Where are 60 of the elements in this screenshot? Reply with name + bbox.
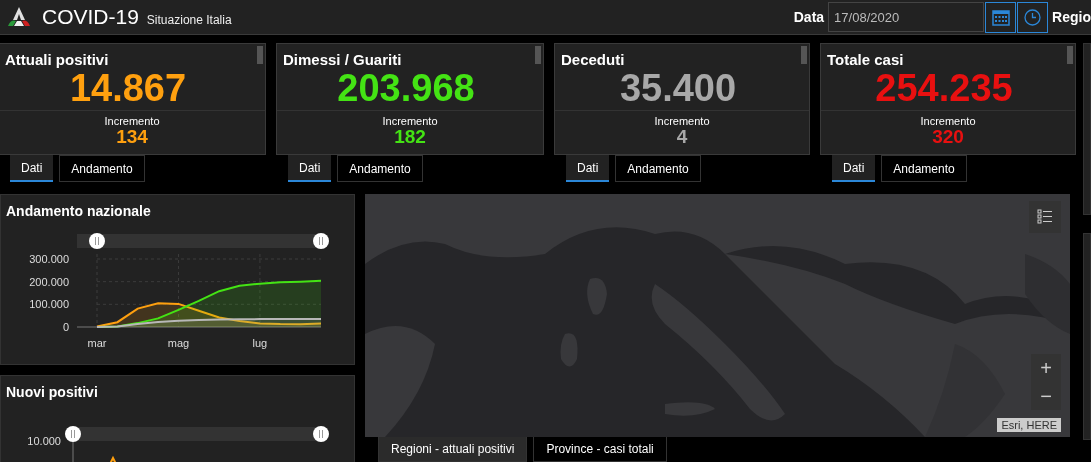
- range-handle[interactable]: [313, 233, 329, 249]
- tab[interactable]: Dati: [832, 155, 876, 182]
- axis-label: mar: [87, 337, 107, 349]
- range-handle[interactable]: [313, 426, 329, 442]
- panel-title: Andamento nazionale: [5, 202, 152, 219]
- calendar-button[interactable]: [985, 1, 1017, 33]
- increment-label: Incremento: [919, 115, 977, 127]
- calendar-icon: [991, 8, 1010, 26]
- tab[interactable]: Andamento: [337, 155, 423, 182]
- axis-label: 200.000: [29, 275, 69, 288]
- axis-label: mag: [167, 337, 190, 349]
- clock-icon: [1024, 8, 1042, 26]
- scrollbar-thumb[interactable]: [257, 46, 263, 64]
- map[interactable]: + − Esri, HERE: [365, 194, 1070, 437]
- tab[interactable]: Dati: [566, 155, 610, 182]
- tab[interactable]: Andamento: [615, 155, 701, 182]
- tab[interactable]: Regioni - attuali positivi: [378, 437, 528, 462]
- axis-label: lug: [252, 337, 268, 349]
- app-title: COVID-19: [42, 5, 139, 29]
- card-title: Deceduti: [560, 50, 625, 68]
- increment-value: 320: [931, 127, 965, 147]
- field-label: Data: [793, 9, 825, 25]
- increment-label: Incremento: [653, 115, 711, 127]
- scrollbar-thumb[interactable]: [535, 46, 541, 64]
- increment-value: 134: [115, 127, 149, 147]
- range-handle[interactable]: [89, 233, 105, 249]
- axis-label: 300.000: [29, 253, 69, 265]
- stat-value: 254.235: [874, 68, 1014, 108]
- y-axis: [72, 439, 74, 462]
- card-title: Dimessi / Guariti: [282, 50, 402, 68]
- series-line: [108, 455, 118, 462]
- card-title: Totale casi: [826, 50, 904, 68]
- map-attribution: Esri, HERE: [997, 418, 1061, 432]
- tab[interactable]: Andamento: [59, 155, 145, 182]
- increment-label: Incremento: [381, 115, 439, 127]
- logo-icon: [7, 6, 31, 28]
- panel-title: Nuovi positivi: [5, 383, 99, 400]
- axis-label: 100.000: [29, 298, 69, 311]
- app-subtitle: Situazione Italia: [146, 13, 232, 27]
- scrollbar-thumb[interactable]: [1067, 46, 1073, 64]
- tab[interactable]: Dati: [288, 155, 332, 182]
- stat-value: 35.400: [618, 68, 738, 108]
- list-icon: [1037, 209, 1053, 225]
- card-title: Attuali positivi: [4, 50, 109, 68]
- tab[interactable]: Province - casi totali: [533, 437, 667, 462]
- range-handle[interactable]: [65, 426, 81, 442]
- increment-value: 4: [675, 127, 689, 147]
- field-label: Regio: [1052, 9, 1091, 25]
- date-field[interactable]: 17/08/2020: [828, 2, 985, 32]
- increment-value: 182: [393, 127, 427, 147]
- tab[interactable]: Andamento: [881, 155, 967, 182]
- stat-value: 14.867: [69, 68, 188, 108]
- axis-label: 10.000: [27, 435, 61, 447]
- scrollbar-thumb[interactable]: [801, 46, 807, 64]
- tab[interactable]: Dati: [10, 155, 54, 182]
- axis-label: 0: [62, 321, 69, 333]
- increment-label: Incremento: [103, 115, 161, 127]
- clock-button[interactable]: [1017, 1, 1049, 33]
- legend-button[interactable]: [1029, 201, 1061, 233]
- stat-value: 203.968: [336, 68, 476, 108]
